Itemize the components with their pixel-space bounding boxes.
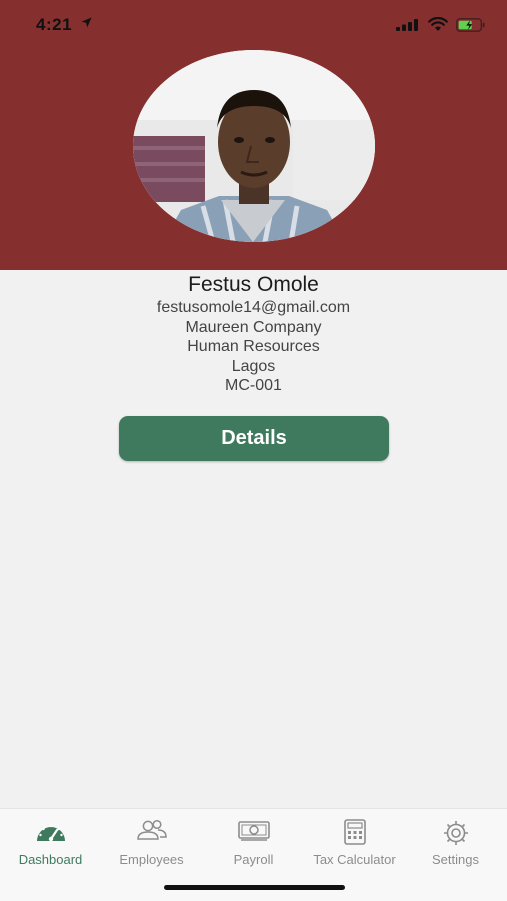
tab-dashboard[interactable]: Dashboard: [0, 809, 101, 879]
tab-employees[interactable]: Employees: [101, 809, 202, 879]
profile-photo-image: [133, 50, 375, 242]
tab-payroll[interactable]: Payroll: [203, 809, 304, 879]
home-indicator: [164, 885, 345, 890]
tab-label: Tax Calculator: [313, 852, 396, 867]
tab-label: Dashboard: [18, 852, 83, 867]
profile-info: Festus Omole festusomole14@gmail.com Mau…: [0, 272, 507, 396]
employee-email: festusomole14@gmail.com: [156, 299, 351, 316]
employee-department: Human Resources: [187, 338, 320, 355]
employee-location: Lagos: [231, 357, 276, 375]
payroll-icon: [237, 821, 270, 841]
battery-charging-icon: [456, 18, 485, 32]
tab-label: Payroll: [233, 852, 274, 867]
dashboard-icon: [36, 824, 65, 842]
status-bar: 4:21: [0, 0, 507, 50]
status-time: 4:21: [36, 15, 73, 34]
profile-header: 4:21: [0, 0, 507, 270]
wifi-icon: [428, 17, 448, 31]
employees-icon: [136, 819, 167, 840]
tab-tax-calculator[interactable]: Tax Calculator: [304, 809, 405, 879]
cellular-signal-icon: [396, 19, 418, 31]
details-button[interactable]: Details: [119, 416, 389, 461]
profile-photo[interactable]: [133, 50, 375, 242]
tab-settings[interactable]: Settings: [405, 809, 506, 879]
location-arrow-icon: [81, 17, 92, 28]
employee-id: MC-001: [225, 377, 282, 394]
tab-label: Settings: [432, 852, 479, 867]
employee-company: Maureen Company: [185, 318, 322, 336]
employee-name: Festus Omole: [188, 273, 319, 296]
tab-label: Employees: [119, 852, 184, 867]
gear-icon: [443, 821, 468, 845]
calculator-icon: [343, 819, 366, 845]
